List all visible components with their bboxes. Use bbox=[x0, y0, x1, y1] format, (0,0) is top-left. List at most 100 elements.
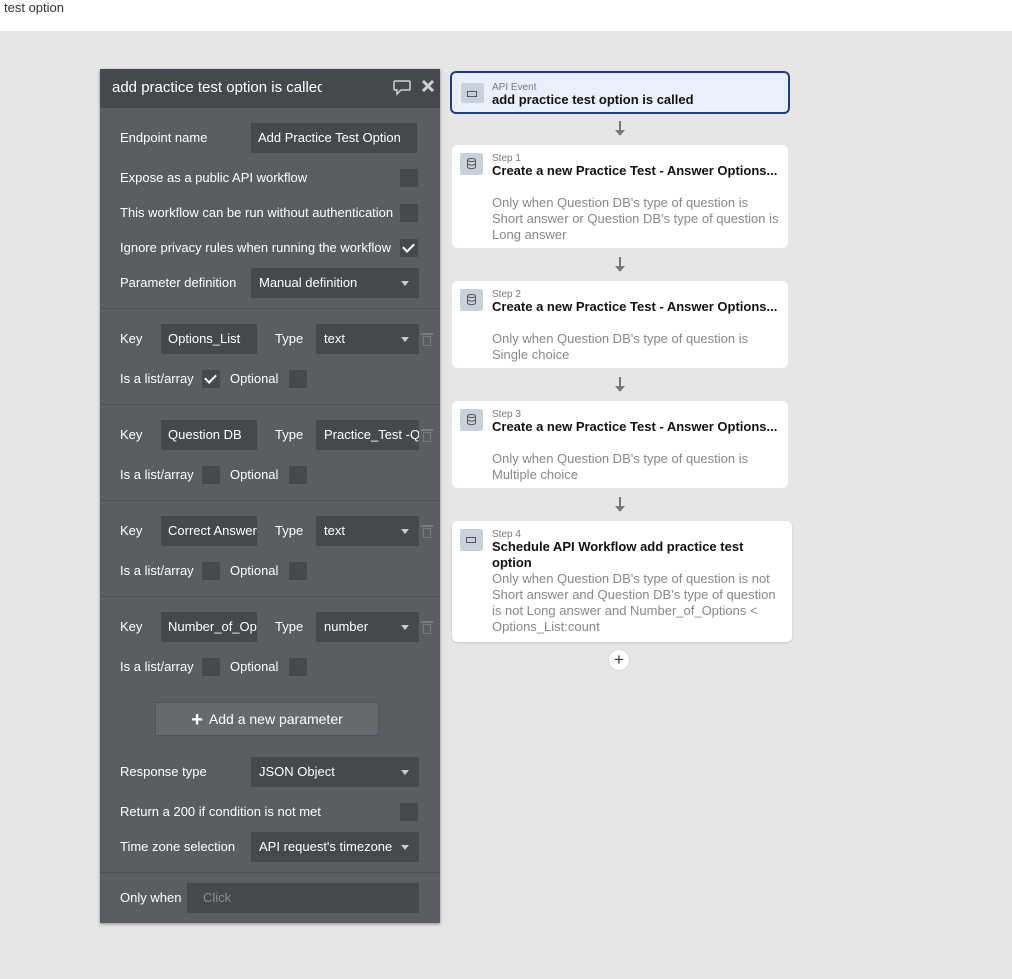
response-type-dropdown[interactable]: JSON Object bbox=[251, 757, 419, 787]
parameter-type-value: number bbox=[324, 619, 369, 634]
parameter-type-dropdown[interactable]: text bbox=[316, 324, 419, 354]
key-label: Key bbox=[120, 427, 143, 442]
chevron-down-icon bbox=[401, 625, 409, 630]
is-list-checkbox[interactable] bbox=[202, 466, 220, 484]
chevron-down-icon bbox=[401, 845, 409, 850]
trash-icon[interactable] bbox=[421, 524, 433, 538]
trash-icon[interactable] bbox=[421, 620, 433, 634]
top-bar: test option bbox=[0, 0, 1012, 31]
ignore-privacy-checkbox[interactable] bbox=[400, 239, 418, 257]
divider bbox=[100, 596, 440, 597]
optional-checkbox[interactable] bbox=[289, 658, 307, 676]
panel-header: add practice test option is called bbox=[100, 69, 440, 108]
down-arrow-icon bbox=[615, 497, 625, 512]
parameter-key-input[interactable]: Number_of_Opt bbox=[161, 612, 257, 642]
down-arrow-icon bbox=[615, 377, 625, 392]
page-title: test option bbox=[4, 0, 64, 15]
is-list-checkbox[interactable] bbox=[202, 562, 220, 580]
type-label: Type bbox=[275, 331, 304, 346]
down-arrow-icon bbox=[615, 257, 625, 272]
step-title: Create a new Practice Test - Answer Opti… bbox=[492, 163, 778, 178]
api-icon bbox=[460, 529, 483, 551]
divider bbox=[100, 500, 440, 501]
parameter-type-dropdown[interactable]: text bbox=[316, 516, 419, 546]
key-label: Key bbox=[120, 523, 143, 538]
parameter-key-input[interactable]: Options_List bbox=[161, 324, 257, 354]
add-step-button[interactable]: + bbox=[609, 650, 629, 670]
parameter-type-value: Practice_Test -Qu bbox=[324, 427, 419, 442]
trash-icon[interactable] bbox=[421, 428, 433, 442]
plus-icon: + bbox=[614, 650, 624, 669]
endpoint-name-label: Endpoint name bbox=[120, 130, 208, 145]
optional-label: Optional bbox=[230, 371, 279, 386]
divider bbox=[100, 308, 440, 309]
return-200-checkbox[interactable] bbox=[400, 803, 418, 821]
panel-title[interactable]: add practice test option is called bbox=[112, 79, 322, 96]
only-when-input[interactable]: Click bbox=[187, 883, 419, 913]
add-parameter-label: Add a new parameter bbox=[208, 711, 343, 727]
down-arrow-icon bbox=[615, 121, 625, 136]
response-type-label: Response type bbox=[120, 764, 207, 779]
is-list-label: Is a list/array bbox=[120, 371, 194, 386]
chevron-down-icon bbox=[401, 770, 409, 775]
database-icon bbox=[460, 289, 483, 311]
is-list-checkbox[interactable] bbox=[202, 370, 220, 388]
return-200-label: Return a 200 if condition is not met bbox=[120, 804, 321, 819]
timezone-value: API request's timezone bbox=[259, 839, 393, 854]
parameter-key-input[interactable]: Question DB bbox=[161, 420, 257, 450]
optional-label: Optional bbox=[230, 563, 279, 578]
api-event-card[interactable]: API Event add practice test option is ca… bbox=[450, 71, 790, 114]
plus-icon: + bbox=[191, 709, 203, 731]
step-card[interactable]: Step 2 Create a new Practice Test - Answ… bbox=[452, 281, 788, 368]
step-title: Schedule API Workflow add practice test … bbox=[492, 539, 744, 570]
type-label: Type bbox=[275, 523, 304, 538]
step-card[interactable]: Step 1 Create a new Practice Test - Answ… bbox=[452, 145, 788, 248]
optional-checkbox[interactable] bbox=[289, 370, 307, 388]
parameter-key-input[interactable]: Correct Answer bbox=[161, 516, 257, 546]
no-auth-checkbox[interactable] bbox=[400, 204, 418, 222]
parameter-type-value: text bbox=[324, 523, 345, 538]
ignore-privacy-label: Ignore privacy rules when running the wo… bbox=[120, 240, 391, 255]
timezone-dropdown[interactable]: API request's timezone bbox=[251, 832, 419, 862]
step-card[interactable]: Step 4 Schedule API Workflow add practic… bbox=[452, 521, 792, 642]
timezone-label: Time zone selection bbox=[120, 839, 236, 854]
parameter-definition-value: Manual definition bbox=[259, 275, 358, 290]
response-type-value: JSON Object bbox=[259, 764, 335, 779]
optional-label: Optional bbox=[230, 659, 279, 674]
parameter-definition-label: Parameter definition bbox=[120, 275, 237, 290]
parameter-type-dropdown[interactable]: Practice_Test -Qu bbox=[316, 420, 419, 450]
type-label: Type bbox=[275, 427, 304, 442]
expose-public-checkbox[interactable] bbox=[400, 169, 418, 187]
parameter-type-dropdown[interactable]: number bbox=[316, 612, 419, 642]
endpoint-name-input[interactable]: Add Practice Test Option bbox=[251, 123, 417, 153]
is-list-checkbox[interactable] bbox=[202, 658, 220, 676]
step-condition: Only when Question DB's type of question… bbox=[492, 195, 779, 242]
database-icon bbox=[460, 409, 483, 431]
step-title: Create a new Practice Test - Answer Opti… bbox=[492, 419, 778, 434]
expose-public-label: Expose as a public API workflow bbox=[120, 170, 308, 185]
no-auth-label: This workflow can be run without authent… bbox=[120, 205, 394, 220]
is-list-label: Is a list/array bbox=[120, 467, 194, 482]
event-title: add practice test option is called bbox=[492, 92, 694, 107]
chevron-down-icon bbox=[401, 337, 409, 342]
type-label: Type bbox=[275, 619, 304, 634]
optional-checkbox[interactable] bbox=[289, 562, 307, 580]
add-parameter-button[interactable]: + Add a new parameter bbox=[155, 702, 379, 736]
divider bbox=[100, 404, 440, 405]
is-list-label: Is a list/array bbox=[120, 659, 194, 674]
optional-label: Optional bbox=[230, 467, 279, 482]
workflow-properties-panel: add practice test option is called Endpo… bbox=[100, 69, 440, 923]
step-card[interactable]: Step 3 Create a new Practice Test - Answ… bbox=[452, 401, 788, 488]
parameter-definition-dropdown[interactable]: Manual definition bbox=[251, 268, 419, 298]
trash-icon[interactable] bbox=[421, 332, 433, 346]
close-icon[interactable] bbox=[420, 78, 436, 99]
optional-checkbox[interactable] bbox=[289, 466, 307, 484]
chevron-down-icon bbox=[401, 281, 409, 286]
step-condition: Only when Question DB's type of question… bbox=[492, 571, 776, 634]
key-label: Key bbox=[120, 331, 143, 346]
step-title: Create a new Practice Test - Answer Opti… bbox=[492, 299, 778, 314]
is-list-label: Is a list/array bbox=[120, 563, 194, 578]
step-condition: Only when Question DB's type of question… bbox=[492, 451, 749, 482]
api-icon bbox=[461, 83, 484, 103]
comment-icon[interactable] bbox=[392, 78, 412, 101]
